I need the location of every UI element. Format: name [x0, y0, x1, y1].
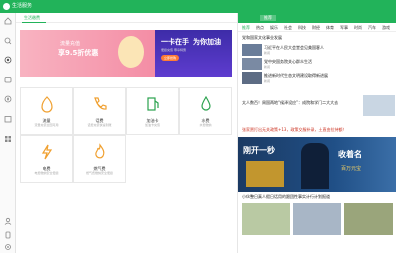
window-title: 生活服务 — [12, 3, 33, 9]
service-electricity[interactable]: 电费 电费缴纳安全便捷 — [20, 135, 73, 183]
service-grid: 流量 流量充值全国可用 话费 话费充值快速到账 加油卡 加油卡充值 水费 水费缴… — [20, 87, 232, 183]
news-thumbnail — [242, 44, 262, 56]
news-photo-3[interactable] — [344, 203, 393, 235]
tab-sports[interactable]: 体育 — [326, 25, 334, 30]
settings-icon[interactable] — [4, 243, 12, 251]
user-icon[interactable] — [4, 217, 12, 225]
phone-icon[interactable] — [4, 231, 12, 239]
search-icon[interactable] — [4, 37, 12, 45]
tab-auto[interactable]: 汽车 — [368, 25, 376, 30]
tab-hot[interactable]: 热点 — [256, 25, 264, 30]
data-flow-icon — [41, 96, 53, 113]
service-tabs: 生活缴费 — [16, 13, 237, 23]
service-icon[interactable] — [4, 56, 12, 64]
tab-military[interactable]: 军事 — [340, 25, 348, 30]
promo-banner[interactable]: 流量充值 享9.5折优惠 一卡在手 为你加油 便捷充值 尊享特惠 立即抢购 — [20, 30, 232, 77]
banner-right-panel[interactable]: 一卡在手 为你加油 便捷充值 尊享特惠 立即抢购 — [155, 30, 232, 77]
news-header-tab[interactable]: 推荐 — [260, 15, 276, 21]
service-water-bill[interactable]: 水费 水费缴纳 — [179, 87, 232, 135]
news-item[interactable]: 太人数百！周国两地“候泽设应”：成院和学门二大大去 — [242, 88, 395, 118]
tab-entertainment[interactable]: 娱乐 — [270, 25, 278, 30]
tab-tech[interactable]: 科技 — [298, 25, 306, 30]
news-tabs: 推荐 热点 娱乐 社会 科技 财经 体育 军事 时尚 汽车 游戏 — [238, 23, 396, 32]
news-thumbnail — [363, 95, 395, 116]
lightning-icon — [41, 144, 53, 160]
tab-utility-payment[interactable]: 生活缴费 — [24, 15, 40, 21]
tab-games[interactable]: 游戏 — [382, 25, 390, 30]
tab-society[interactable]: 社会 — [284, 25, 292, 30]
person-figure-icon — [301, 143, 329, 189]
service-fuel-card[interactable]: 加油卡 加油卡充值 — [126, 87, 179, 135]
phone-call-icon — [94, 97, 107, 110]
message-icon[interactable] — [4, 76, 12, 84]
news-header: 推荐 — [238, 13, 396, 23]
tab-finance[interactable]: 财经 — [312, 25, 320, 30]
news-item[interactable]: 张家贾打出无关政策+13，政策交服补录，土直由拉持额！ — [242, 127, 395, 135]
app-logo-icon — [3, 3, 10, 10]
service-gas[interactable]: 燃气费 燃气费缴纳安全便捷 — [73, 135, 126, 183]
water-drop-icon — [201, 95, 211, 111]
active-tab-indicator — [22, 22, 46, 23]
news-photo-2[interactable] — [293, 203, 341, 235]
news-photo-1[interactable] — [242, 203, 290, 235]
service-data[interactable]: 流量 流量充值全国可用 — [20, 87, 73, 135]
news-thumbnail — [242, 72, 262, 84]
home-icon[interactable] — [4, 17, 12, 25]
sidebar — [0, 13, 16, 253]
tab-fashion[interactable]: 时尚 — [354, 25, 362, 30]
news-item[interactable]: 党和国家文化事业发展 — [242, 35, 395, 43]
tab-recommend[interactable]: 推荐 — [242, 25, 250, 30]
calendar-icon[interactable] — [4, 115, 12, 123]
news-thumbnail — [242, 58, 262, 70]
news-item[interactable]: 党中央国务院关心群众生活 新闻 — [242, 58, 395, 71]
buy-now-button[interactable]: 立即抢购 — [161, 55, 180, 61]
fuel-pump-icon — [147, 97, 159, 111]
title-bar: 生活服务 — [0, 0, 396, 13]
news-item[interactable]: 习近平在人民大会堂会见美国客人 新闻 — [242, 44, 395, 57]
grid-icon[interactable] — [4, 135, 12, 143]
compass-icon[interactable] — [4, 95, 12, 103]
gold-coins-icon — [246, 161, 284, 187]
news-panel: 推荐 推荐 热点 娱乐 社会 科技 财经 体育 军事 时尚 汽车 游戏 党和国家… — [237, 13, 396, 253]
news-item[interactable]: 推进新时代生态文明建设取得新进展 新闻 — [242, 72, 395, 85]
promo-video-banner[interactable]: 刚开一秒 收着名 百万元宝 — [238, 137, 396, 192]
cartoon-character-icon — [118, 36, 144, 68]
news-item[interactable]: 小伙整日真人假日话用的跟团性事实计行计划报道 — [242, 194, 395, 202]
flame-icon — [95, 143, 105, 159]
banner-left-panel[interactable]: 流量充值 享9.5折优惠 — [20, 30, 155, 77]
service-phone-bill[interactable]: 话费 话费充值快速到账 — [73, 87, 126, 135]
